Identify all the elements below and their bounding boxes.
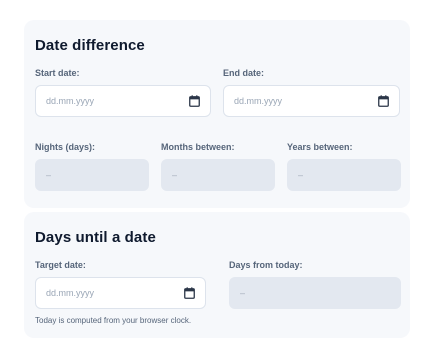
nights-output: – [35, 159, 149, 191]
days-from-today-output: – [229, 277, 401, 309]
years-output: – [287, 159, 401, 191]
days-from-today-label: Days from today: [229, 260, 303, 270]
months-value: – [172, 170, 178, 180]
start-date-input[interactable]: dd.mm.yyyy [35, 85, 211, 117]
target-date-placeholder: dd.mm.yyyy [46, 288, 95, 298]
days-until-title: Days until a date [35, 229, 156, 246]
days-from-today-value: – [240, 288, 246, 298]
days-until-card: Days until a date Target date: dd.mm.yyy… [24, 212, 410, 338]
date-difference-card: Date difference Start date: dd.mm.yyyy E… [24, 20, 410, 208]
calendar-icon[interactable] [378, 95, 389, 107]
years-value: – [298, 170, 304, 180]
nights-label: Nights (days): [35, 142, 96, 152]
target-date-input[interactable]: dd.mm.yyyy [35, 277, 206, 309]
calendar-icon[interactable] [189, 95, 200, 107]
clock-note: Today is computed from your browser cloc… [35, 316, 192, 325]
start-date-placeholder: dd.mm.yyyy [46, 96, 95, 106]
calendar-icon[interactable] [184, 287, 195, 299]
date-difference-title: Date difference [35, 37, 145, 54]
target-date-label: Target date: [35, 260, 86, 270]
months-label: Months between: [161, 142, 235, 152]
months-output: – [161, 159, 275, 191]
end-date-placeholder: dd.mm.yyyy [234, 96, 283, 106]
end-date-input[interactable]: dd.mm.yyyy [223, 85, 400, 117]
nights-value: – [46, 170, 52, 180]
years-label: Years between: [287, 142, 353, 152]
end-date-label: End date: [223, 68, 265, 78]
start-date-label: Start date: [35, 68, 80, 78]
